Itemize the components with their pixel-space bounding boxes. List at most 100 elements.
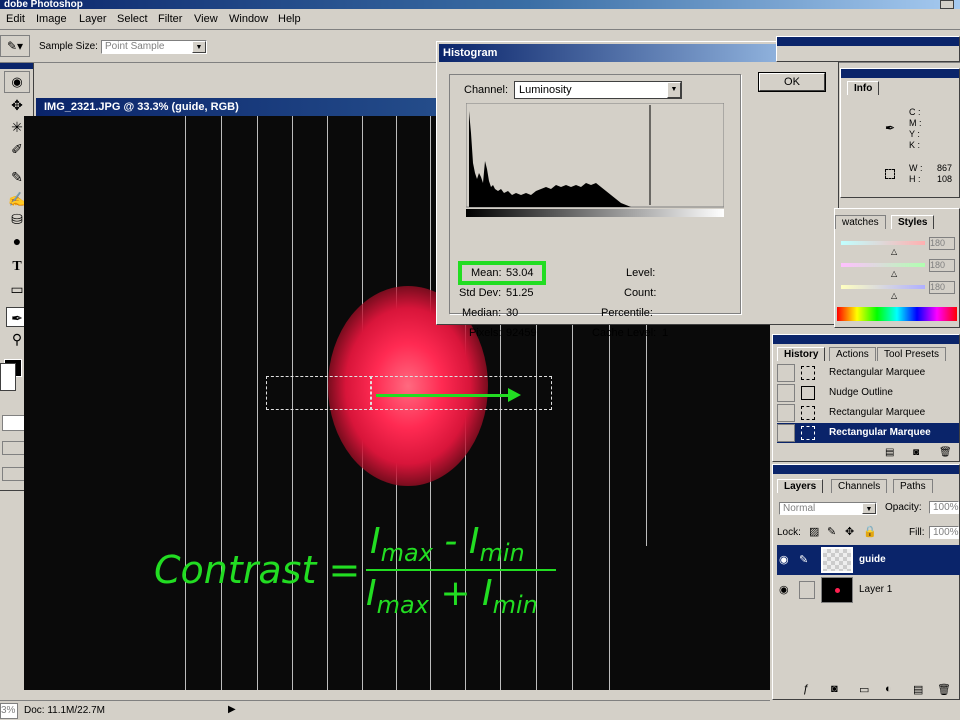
ok-button[interactable]: OK (758, 72, 826, 92)
adjustment-layer-icon[interactable]: ◐ (885, 683, 892, 695)
history-brush-source-toggle[interactable] (777, 384, 795, 402)
history-item-label: Rectangular Marquee (829, 407, 926, 418)
menu-select[interactable]: Select (117, 13, 148, 25)
app-close-button[interactable] (940, 0, 954, 9)
marquee-icon (801, 366, 815, 380)
eye-icon[interactable]: ◉ (779, 553, 789, 566)
history-item[interactable]: Nudge Outline (777, 383, 959, 403)
formula-num-b-sub: min (479, 539, 525, 568)
formula-numerator: Imax - Imin (370, 520, 525, 575)
fill-field[interactable]: 100% (929, 526, 959, 539)
fill-label: Fill: (909, 527, 925, 538)
zoom-field[interactable]: 3% (0, 703, 18, 719)
channel-select[interactable]: Luminosity ▼ (514, 81, 682, 99)
eyedropper-preset-icon[interactable]: ✎▾ (0, 35, 30, 57)
formula-fraction-bar (366, 569, 556, 571)
percentile-label: Percentile: (601, 307, 653, 319)
new-layer-icon[interactable]: ▤ (913, 683, 923, 696)
guide-line (185, 116, 186, 690)
history-panel: History Actions Tool Presets Rectangular… (772, 334, 960, 462)
formula-denominator: Imax + Imin (366, 572, 538, 627)
arrow-shaft (376, 394, 510, 397)
tab-paths[interactable]: Paths (893, 479, 933, 493)
color-ramp[interactable] (837, 307, 957, 321)
layer-style-icon[interactable]: ƒ (803, 683, 809, 695)
background-color-swatch[interactable] (0, 363, 16, 391)
layer-mask-icon[interactable]: ◙ (831, 683, 838, 695)
median-value: 30 (506, 307, 519, 319)
tab-info[interactable]: Info (847, 81, 880, 95)
layer-row-selected[interactable]: ◉ ✎ guide (777, 545, 960, 575)
channel-label: Channel: (464, 84, 509, 96)
app-title: dobe Photoshop (4, 0, 83, 9)
menu-help[interactable]: Help (278, 13, 301, 25)
new-document-icon[interactable]: ▤ (885, 447, 894, 458)
history-brush-source-toggle[interactable] (777, 424, 795, 442)
green-value[interactable]: 180 (929, 259, 955, 272)
history-item[interactable]: Rectangular Marquee (777, 403, 959, 423)
level-label: Level: (626, 267, 656, 279)
blue-value[interactable]: 180 (929, 281, 955, 294)
histogram-graph (466, 103, 724, 217)
tab-tool-presets[interactable]: Tool Presets (877, 347, 947, 361)
trash-icon[interactable]: 🗑 (937, 683, 951, 696)
tab-swatches[interactable]: watches (835, 215, 886, 229)
menu-edit[interactable]: Edit (6, 13, 25, 25)
menu-image[interactable]: Image (36, 13, 67, 25)
count-label: Count: (624, 287, 657, 299)
move-tool-icon[interactable]: ✥ (6, 95, 28, 115)
tab-history[interactable]: History (777, 347, 826, 361)
eye-icon[interactable]: ◉ (779, 583, 789, 596)
trash-icon[interactable]: 🗑 (939, 447, 952, 458)
tab-styles[interactable]: Styles (891, 215, 935, 229)
formula-num-b: I (468, 521, 480, 562)
history-item-selected[interactable]: Rectangular Marquee (777, 423, 959, 443)
tab-layers[interactable]: Layers (777, 479, 824, 493)
new-set-icon[interactable]: ▭ (859, 683, 869, 696)
history-item[interactable]: Rectangular Marquee (777, 363, 959, 383)
lock-position-icon[interactable]: ✥ (845, 525, 854, 538)
brush-icon[interactable]: ✎ (799, 553, 808, 566)
sample-size-select[interactable]: Point Sample ▼ (101, 40, 207, 54)
blue-slider-track[interactable] (841, 285, 925, 289)
lock-transparency-icon[interactable]: ▨ (809, 525, 819, 538)
selection-marquee-left[interactable] (266, 376, 372, 410)
opacity-field[interactable]: 100% (929, 501, 959, 514)
slider-thumb-icon[interactable]: △ (891, 247, 897, 256)
channel-value: Luminosity (519, 84, 572, 96)
menu-view[interactable]: View (194, 13, 218, 25)
blend-mode-select[interactable]: Normal ▼ (779, 502, 877, 515)
tab-actions[interactable]: Actions (829, 347, 876, 361)
tab-channels[interactable]: Channels (831, 479, 888, 493)
status-menu-arrow-icon[interactable]: ▶ (228, 704, 236, 715)
layer-row[interactable]: ◉ Layer 1 (777, 575, 960, 605)
history-brush-source-toggle[interactable] (777, 404, 795, 422)
history-brush-source-toggle[interactable] (777, 364, 795, 382)
slider-thumb-icon[interactable]: △ (891, 269, 897, 278)
guide-line (257, 116, 258, 690)
menu-window[interactable]: Window (229, 13, 268, 25)
panel-title-bar (777, 37, 959, 46)
formula-num-op: - (444, 521, 458, 562)
slider-thumb-icon[interactable]: △ (891, 291, 897, 300)
green-slider-track[interactable] (841, 263, 925, 267)
menu-filter[interactable]: Filter (158, 13, 182, 25)
eyedropper-readout-icon: ✒ (885, 121, 896, 135)
photoshop-eye-icon[interactable]: ◉ (4, 71, 30, 93)
mean-label: Mean: (471, 267, 502, 279)
snapshot-icon[interactable]: ◙ (913, 447, 919, 458)
lock-all-icon[interactable]: 🔒 (863, 525, 877, 538)
height-value: 108 (937, 174, 953, 184)
menu-layer[interactable]: Layer (79, 13, 107, 25)
red-slider-track[interactable] (841, 241, 925, 245)
chevron-down-icon: ▼ (862, 503, 876, 514)
lock-pixels-icon[interactable]: ✎ (827, 525, 836, 538)
selection-marquee-right[interactable] (370, 376, 552, 410)
cache-level-label: Cache Level: (592, 327, 657, 339)
arrow-right-icon (508, 388, 521, 402)
sample-size-value: Point Sample (105, 41, 165, 52)
link-toggle[interactable] (799, 581, 815, 599)
formula-den-op: + (440, 573, 471, 614)
red-value[interactable]: 180 (929, 237, 955, 250)
opacity-label: Opacity: (885, 502, 922, 513)
